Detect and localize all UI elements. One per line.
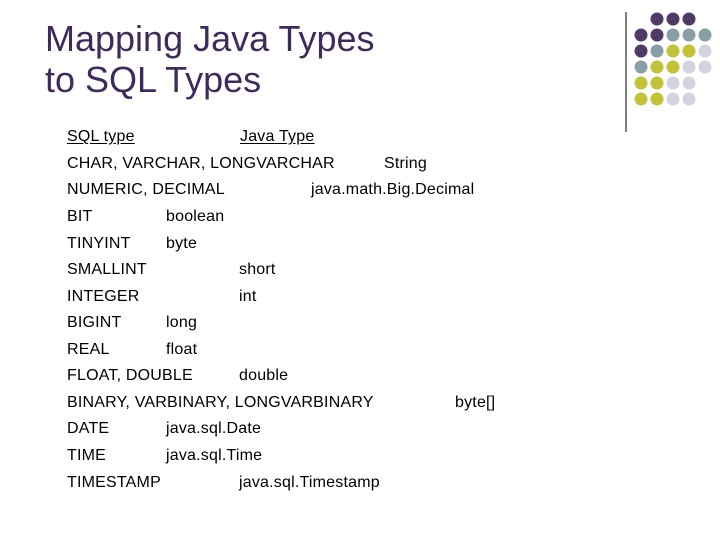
table-row: BIGINT long	[0, 313, 720, 335]
java-type-cell: java.math.Big.Decimal	[311, 181, 475, 198]
sql-type-cell: TIME	[67, 447, 107, 464]
title-line-1: Mapping Java Types	[45, 18, 375, 59]
decor-dot	[650, 76, 664, 90]
sql-type-cell: INTEGER	[67, 288, 140, 305]
decor-dot	[682, 92, 696, 106]
java-type-cell: byte[]	[455, 394, 496, 411]
java-type-cell: java.sql.Timestamp	[239, 474, 380, 491]
sql-type-cell: NUMERIC, DECIMAL	[67, 181, 225, 198]
decor-dot	[698, 60, 712, 74]
decor-dot	[650, 92, 664, 106]
java-type-cell: boolean	[166, 208, 225, 225]
decor-dot	[634, 28, 648, 42]
header-sql-type: SQL type	[67, 128, 135, 145]
table-row: TINYINT byte	[0, 234, 720, 256]
sql-type-cell: TINYINT	[67, 235, 131, 252]
decor-dot	[682, 12, 696, 26]
table-row: BINARY, VARBINARY, LONGVARBINARY byte[]	[0, 393, 720, 415]
table-row: NUMERIC, DECIMAL java.math.Big.Decimal	[0, 180, 720, 202]
decor-dot	[634, 60, 648, 74]
decor-dot	[682, 44, 696, 58]
sql-type-cell: BINARY, VARBINARY, LONGVARBINARY	[67, 394, 374, 411]
decor-dot	[666, 92, 680, 106]
decor-dot	[666, 28, 680, 42]
java-type-cell: short	[239, 261, 276, 278]
table-row: DATE java.sql.Date	[0, 419, 720, 441]
java-type-cell: java.sql.Time	[166, 447, 263, 464]
java-type-cell: long	[166, 314, 198, 331]
table-header: SQL type Java Type	[0, 127, 720, 149]
decor-dot	[666, 12, 680, 26]
decor-dot	[650, 12, 664, 26]
table-row: SMALLINT short	[0, 260, 720, 282]
java-type-cell: double	[239, 367, 289, 384]
java-type-cell: int	[239, 288, 257, 305]
java-type-cell: byte	[166, 235, 198, 252]
decor-dot	[666, 60, 680, 74]
sql-type-cell: DATE	[67, 420, 110, 437]
slide-title: Mapping Java Types to SQL Types	[45, 18, 375, 100]
decor-dot	[634, 92, 648, 106]
decor-dot	[682, 28, 696, 42]
sql-type-cell: BIGINT	[67, 314, 122, 331]
decor-dot	[682, 76, 696, 90]
table-row: CHAR, VARCHAR, LONGVARCHAR String	[0, 154, 720, 176]
title-line-2: to SQL Types	[45, 59, 262, 100]
sql-type-cell: REAL	[67, 341, 110, 358]
java-type-cell: String	[384, 155, 427, 172]
decor-dot	[698, 28, 712, 42]
table-row: INTEGER int	[0, 287, 720, 309]
decor-dot	[666, 76, 680, 90]
table-row: TIME java.sql.Time	[0, 446, 720, 468]
decor-dot	[698, 44, 712, 58]
decor-dot	[666, 44, 680, 58]
table-row: FLOAT, DOUBLE double	[0, 366, 720, 388]
sql-type-cell: FLOAT, DOUBLE	[67, 367, 193, 384]
sql-type-cell: BIT	[67, 208, 93, 225]
decor-dot	[682, 60, 696, 74]
java-type-cell: float	[166, 341, 198, 358]
table-row: REAL float	[0, 340, 720, 362]
table-row: BIT boolean	[0, 207, 720, 229]
dot-grid	[634, 12, 712, 106]
header-java-type: Java Type	[240, 128, 315, 145]
decor-dot	[634, 44, 648, 58]
sql-type-cell: TIMESTAMP	[67, 474, 161, 491]
decor-dot	[650, 44, 664, 58]
sql-type-cell: CHAR, VARCHAR, LONGVARCHAR	[67, 155, 335, 172]
table-row: TIMESTAMP java.sql.Timestamp	[0, 473, 720, 495]
decor-dot	[634, 76, 648, 90]
java-type-cell: java.sql.Date	[166, 420, 262, 437]
decor-dot	[650, 60, 664, 74]
sql-type-cell: SMALLINT	[67, 261, 147, 278]
decor-dot	[650, 28, 664, 42]
